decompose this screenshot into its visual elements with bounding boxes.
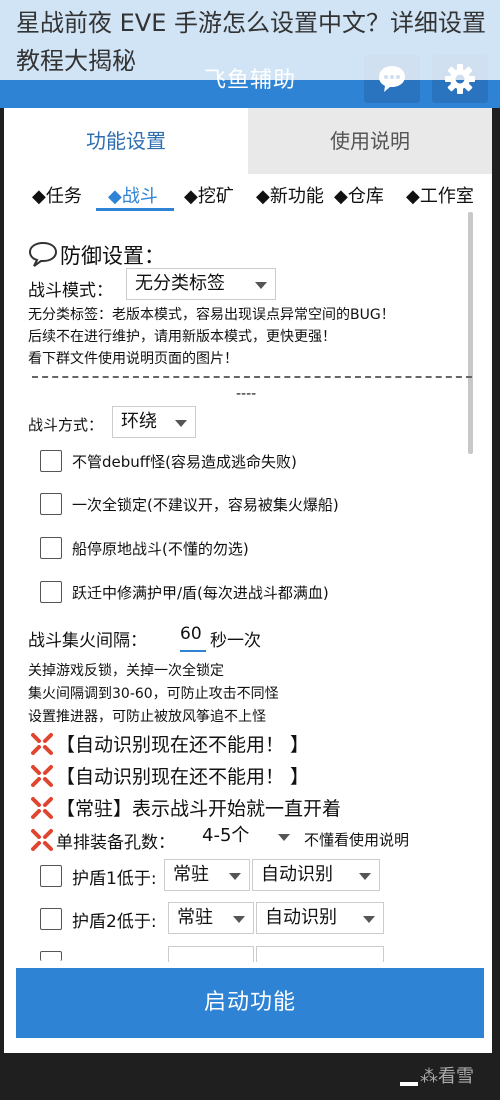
category-studio[interactable]: ◆工作室 <box>406 182 474 208</box>
chevron-down-icon <box>233 916 245 923</box>
anger-icon <box>31 797 53 819</box>
option-stay-still-checkbox[interactable] <box>40 537 62 559</box>
notice-2: 【自动识别现在还不能用！ 】 <box>56 766 310 788</box>
chevron-down-icon <box>255 282 267 289</box>
slot-count-value: 4-5个 <box>202 825 250 846</box>
combat-mode-value: 无分类标签 <box>135 273 225 294</box>
category-task[interactable]: ◆任务 <box>32 182 82 208</box>
shield2-label: 护盾2低于: <box>72 912 157 932</box>
shield2-checkbox[interactable] <box>40 908 62 930</box>
combat-mode-select[interactable]: 无分类标签 <box>126 268 276 300</box>
shield3-detect-select[interactable] <box>256 946 384 962</box>
shield3-checkbox[interactable] <box>40 951 62 961</box>
shield2-mode-value: 常驻 <box>177 907 213 928</box>
option-repair-warp-label: 跃迁中修满护甲/盾(每次进战斗都满血) <box>72 584 329 602</box>
defense-note-2: 后续不在进行维护，请用新版本模式，更快更强！ <box>28 329 336 345</box>
shield2-detect-value: 自动识别 <box>265 907 337 928</box>
option-lock-all-checkbox[interactable] <box>40 493 62 515</box>
settings-panel: 功能设置 使用说明 ◆任务 ◆战斗 ◆挖矿 ◆新功能 ◆仓库 ◆工作室 防御设置… <box>4 108 492 1053</box>
section-divider <box>32 376 472 378</box>
focus-interval-input[interactable]: 60 <box>180 624 206 652</box>
app-screen: 飞鱼辅助 星战前夜 EVE 手游怎么设置中文？详细设置教程大揭秘 功能设置 使用… <box>0 0 500 1100</box>
chevron-down-icon <box>363 916 375 923</box>
combat-tip-3: 设置推进器，可防止被放风筝追不上怪 <box>28 709 266 725</box>
focus-interval-suffix: 秒一次 <box>210 631 261 651</box>
shield1-checkbox[interactable] <box>40 865 62 887</box>
combat-tip-1: 关掉游戏反锁，关掉一次全锁定 <box>28 663 224 679</box>
chevron-down-icon <box>175 420 187 427</box>
focus-interval-label: 战斗集火间隔： <box>28 631 147 651</box>
combat-method-select[interactable]: 环绕 <box>112 406 196 438</box>
combat-mode-label: 战斗模式： <box>28 281 113 301</box>
category-warehouse[interactable]: ◆仓库 <box>334 182 384 208</box>
option-ignore-debuff-label: 不管debuff怪(容易造成逃命失败) <box>72 453 297 471</box>
slot-count-help: 不懂看使用说明 <box>304 831 410 849</box>
speech-bubble-icon <box>28 241 58 267</box>
shield2-detect-select[interactable]: 自动识别 <box>256 902 384 934</box>
slot-count-select[interactable]: 4-5个 <box>194 821 298 853</box>
tab-function-settings[interactable]: 功能设置 <box>4 108 248 174</box>
defense-note-3: 看下群文件使用说明页面的图片！ <box>28 351 238 367</box>
shield1-mode-value: 常驻 <box>173 864 209 885</box>
category-mining[interactable]: ◆挖矿 <box>184 182 234 208</box>
combat-tip-2: 集火间隔调到30-60，可防止攻击不同怪 <box>28 686 279 702</box>
category-new-feature[interactable]: ◆新功能 <box>256 182 324 208</box>
defense-note-1: 无分类标签：老版本模式，容易出现误点异常空间的BUG！ <box>28 307 395 323</box>
active-category-underline <box>96 208 174 211</box>
option-ignore-debuff-checkbox[interactable] <box>40 450 62 472</box>
shield2-mode-select[interactable]: 常驻 <box>168 902 254 934</box>
scrollbar[interactable] <box>468 212 473 454</box>
anger-icon <box>31 765 53 787</box>
shield3-mode-select[interactable] <box>168 946 254 962</box>
chevron-down-icon <box>278 834 290 841</box>
tab-instructions[interactable]: 使用说明 <box>248 108 492 174</box>
divider-dashes: ---- <box>236 386 257 402</box>
option-repair-warp-checkbox[interactable] <box>40 581 62 603</box>
start-button[interactable]: 启动功能 <box>16 968 484 1038</box>
main-tabs: 功能设置 使用说明 <box>4 108 492 174</box>
category-combat[interactable]: ◆战斗 <box>108 182 158 208</box>
defense-heading: 防御设置： <box>60 244 165 268</box>
chevron-down-icon <box>229 873 241 880</box>
option-lock-all-label: 一次全锁定(不建议开，容易被集火爆船) <box>72 496 339 514</box>
category-tabs: ◆任务 ◆战斗 ◆挖矿 ◆新功能 ◆仓库 ◆工作室 <box>4 174 492 216</box>
watermark: ⁂看雪 <box>420 1066 474 1087</box>
anger-icon <box>31 829 53 851</box>
watermark-bar <box>400 1082 418 1086</box>
notice-1: 【自动识别现在还不能用！ 】 <box>56 734 310 756</box>
article-title: 星战前夜 EVE 手游怎么设置中文？详细设置教程大揭秘 <box>0 0 500 80</box>
notice-3: 【常驻】表示战斗开始就一直开着 <box>56 798 342 820</box>
option-stay-still-label: 船停原地战斗(不懂的勿选) <box>72 540 249 558</box>
combat-method-label: 战斗方式： <box>28 416 104 434</box>
shield1-mode-select[interactable]: 常驻 <box>164 859 250 891</box>
focus-interval-value: 60 <box>180 624 202 644</box>
chevron-down-icon <box>359 873 371 880</box>
slot-count-label: 单排装备孔数： <box>56 833 175 853</box>
shield1-detect-value: 自动识别 <box>261 864 333 885</box>
anger-icon <box>31 733 53 755</box>
combat-method-value: 环绕 <box>121 411 157 432</box>
shield1-label: 护盾1低于: <box>72 869 157 889</box>
shield1-detect-select[interactable]: 自动识别 <box>252 859 380 891</box>
